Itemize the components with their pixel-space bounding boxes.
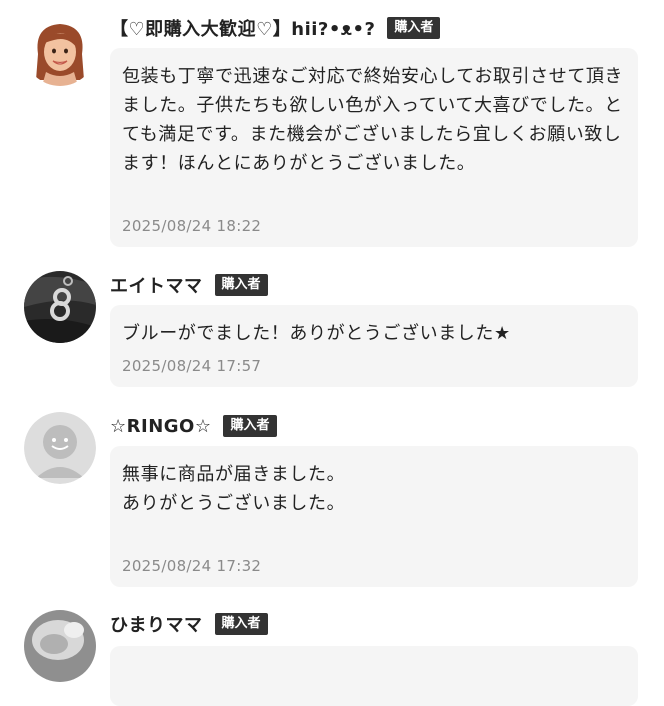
review-date: 2025/08/24 17:57 [122, 357, 262, 375]
reviewer-name[interactable]: 【♡即購入大歓迎♡】hii?•ᴥ•? [110, 15, 375, 41]
reviewer-name[interactable]: ひまりママ [110, 611, 203, 637]
review-bubble: 包装も丁寧で迅速なご対応で終始安心してお取引させて頂きました。子供たちも欲しい色… [110, 48, 638, 247]
review-header: 【♡即購入大歓迎♡】hii?•ᴥ•? 購入者 [110, 14, 441, 42]
review-comment: 包装も丁寧で迅速なご対応で終始安心してお取引させて頂きました。子供たちも欲しい色… [122, 66, 624, 174]
review-header: エイトママ 購入者 [110, 271, 268, 299]
default-user-avatar[interactable] [24, 412, 96, 484]
review-bubble: ブルーがでました！ありがとうございました★ 2025/08/24 17:57 [110, 305, 638, 387]
reviewer-name[interactable]: ☆RINGO☆ [110, 416, 211, 437]
buyer-badge: 購入者 [223, 415, 277, 437]
review-comment: ブルーがでました！ありがとうございました★ [122, 323, 511, 344]
review-bubble [110, 646, 638, 706]
review-comment: 無事に商品が届きました。 ありがとうございました。 [122, 464, 346, 514]
buyer-badge: 購入者 [214, 274, 268, 296]
reviewer-name[interactable]: エイトママ [110, 272, 203, 298]
review-date: 2025/08/24 17:32 [122, 557, 262, 575]
buyer-badge: 購入者 [387, 17, 441, 39]
pet-photo-avatar[interactable] [24, 610, 96, 682]
review-date: 2025/08/24 18:22 [122, 217, 262, 235]
review-bubble: 無事に商品が届きました。 ありがとうございました。 2025/08/24 17:… [110, 446, 638, 587]
buyer-badge: 購入者 [214, 613, 268, 635]
number-eight-charm-avatar[interactable] [24, 271, 96, 343]
review-header: ひまりママ 購入者 [110, 610, 268, 638]
review-header: ☆RINGO☆ 購入者 [110, 412, 277, 440]
memoji-woman-avatar[interactable] [24, 14, 96, 86]
